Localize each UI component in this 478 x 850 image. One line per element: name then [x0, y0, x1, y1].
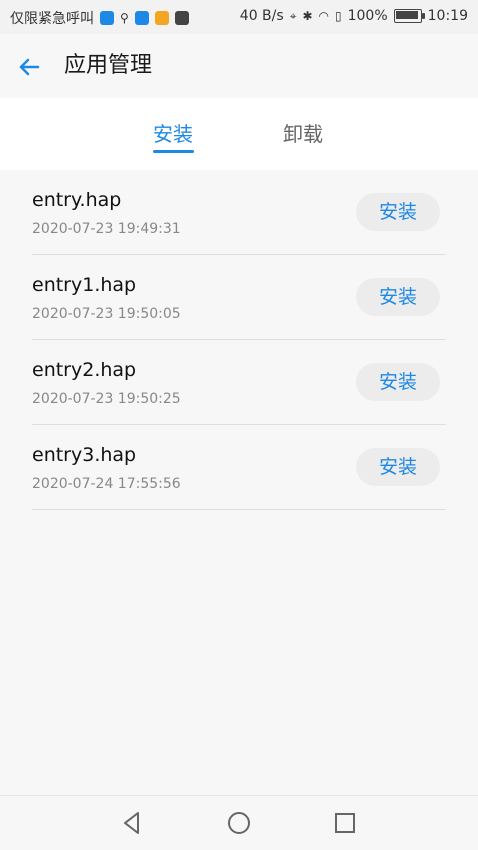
status-bar: 仅限紧急呼叫 ⚲ 40 B/s ⌖ ✱ ◠ ▯ 100% 10:19: [0, 0, 478, 34]
divider: [32, 509, 446, 510]
location-icon: ⌖: [289, 8, 297, 23]
install-button[interactable]: 安装: [356, 448, 440, 486]
status-left: 仅限紧急呼叫 ⚲: [10, 8, 189, 28]
tabs: 安装 卸载: [0, 98, 478, 170]
nav-home-button[interactable]: [224, 808, 254, 838]
sim-icon: ▯: [335, 9, 342, 23]
install-button[interactable]: 安装: [356, 193, 440, 231]
page-title: 应用管理: [64, 53, 153, 78]
active-tab-indicator: [153, 150, 194, 153]
app-notification-icon-3: [154, 11, 169, 25]
nav-recent-button[interactable]: [330, 808, 360, 838]
wifi-icon: ◠: [318, 9, 329, 23]
tab-install[interactable]: 安装: [153, 120, 193, 148]
file-name: entry3.hap: [32, 444, 137, 466]
tab-uninstall[interactable]: 卸载: [283, 120, 323, 148]
file-time: 2020-07-23 19:50:25: [32, 391, 181, 407]
status-time-text: 10:19: [427, 8, 468, 24]
square-recent-icon: [335, 813, 355, 833]
file-time: 2020-07-24 17:55:56: [32, 476, 181, 492]
usb-icon: ⚲: [120, 11, 129, 25]
net-speed-text: 40 B/s: [239, 8, 284, 24]
app-notification-icon-2: [134, 11, 149, 25]
status-right: 40 B/s ⌖ ✱ ◠ ▯ 100% 10:19: [240, 8, 468, 24]
list-item: entry.hap 2020-07-23 19:49:31 安装: [0, 170, 478, 255]
file-name: entry1.hap: [32, 274, 137, 296]
list-item: entry1.hap 2020-07-23 19:50:05 安装: [0, 255, 478, 340]
list-item: entry3.hap 2020-07-24 17:55:56 安装: [0, 425, 478, 510]
app-notification-icon: [100, 11, 114, 25]
carrier-text: 仅限紧急呼叫: [10, 11, 94, 27]
nav-back-button[interactable]: [117, 808, 147, 838]
file-time: 2020-07-23 19:50:05: [32, 306, 181, 322]
list-item: entry2.hap 2020-07-23 19:50:25 安装: [0, 340, 478, 425]
arrow-left-icon: [19, 58, 40, 76]
navigation-bar: [0, 795, 478, 850]
app-notification-icon-4: [174, 11, 189, 25]
file-time: 2020-07-23 19:49:31: [32, 221, 181, 237]
battery-percent-text: 100%: [347, 8, 388, 24]
triangle-back-icon: [124, 812, 139, 834]
install-button[interactable]: 安装: [356, 363, 440, 401]
file-name: entry2.hap: [32, 359, 137, 381]
file-list: entry.hap 2020-07-23 19:49:31 安装 entry1.…: [0, 170, 478, 510]
battery-icon: [393, 9, 425, 23]
bluetooth-icon: ✱: [302, 9, 313, 23]
install-button[interactable]: 安装: [356, 278, 440, 316]
title-bar: 应用管理: [0, 34, 478, 98]
file-name: entry.hap: [32, 189, 122, 211]
back-button[interactable]: [14, 52, 44, 82]
circle-home-icon: [228, 812, 250, 834]
